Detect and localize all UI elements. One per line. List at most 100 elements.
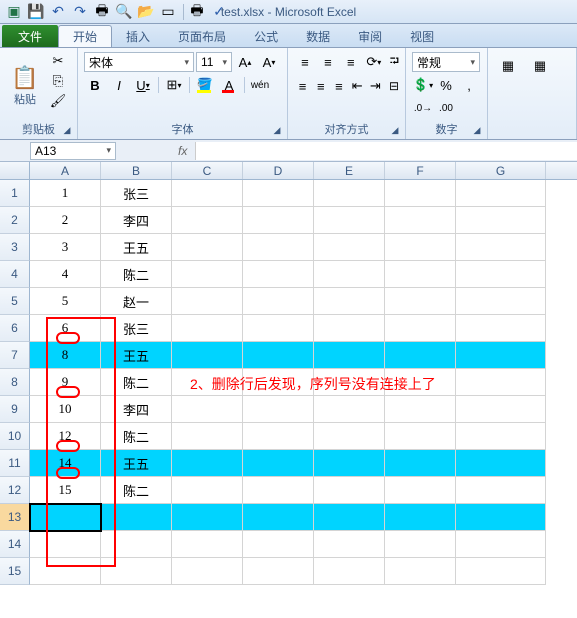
row-header[interactable]: 11 bbox=[0, 450, 30, 477]
cell-styles-button[interactable]: ▦ bbox=[526, 52, 554, 80]
cell-G11[interactable] bbox=[456, 450, 546, 477]
row-header[interactable]: 9 bbox=[0, 396, 30, 423]
cell-E5[interactable] bbox=[314, 288, 385, 315]
cell-E4[interactable] bbox=[314, 261, 385, 288]
font-launcher-icon[interactable]: ◢ bbox=[271, 125, 283, 137]
cell-F11[interactable] bbox=[385, 450, 456, 477]
clipboard-launcher-icon[interactable]: ◢ bbox=[61, 125, 73, 137]
cell-G5[interactable] bbox=[456, 288, 546, 315]
decrease-decimal-button[interactable]: .00 bbox=[435, 98, 457, 118]
cell-C6[interactable] bbox=[172, 315, 243, 342]
cell-F5[interactable] bbox=[385, 288, 456, 315]
orientation-button[interactable]: ⟳▾ bbox=[363, 52, 385, 72]
cell-G13[interactable] bbox=[456, 504, 546, 531]
cell-D4[interactable] bbox=[243, 261, 314, 288]
cell-E6[interactable] bbox=[314, 315, 385, 342]
cell-D7[interactable] bbox=[243, 342, 314, 369]
cell-D12[interactable] bbox=[243, 477, 314, 504]
border-button[interactable]: ⊞▾ bbox=[163, 75, 185, 95]
cell-B15[interactable] bbox=[101, 558, 172, 585]
cell-A12[interactable]: 15 bbox=[30, 477, 101, 504]
cell-B2[interactable]: 李四 bbox=[101, 207, 172, 234]
cell-C15[interactable] bbox=[172, 558, 243, 585]
cell-D9[interactable] bbox=[243, 396, 314, 423]
cell-F9[interactable] bbox=[385, 396, 456, 423]
currency-button[interactable]: 💲▾ bbox=[412, 75, 434, 95]
indent-dec-button[interactable]: ⇤ bbox=[349, 76, 366, 96]
name-box[interactable]: A13 ▾ bbox=[30, 142, 116, 160]
cell-F7[interactable] bbox=[385, 342, 456, 369]
number-format-combo[interactable]: 常规▾ bbox=[412, 52, 480, 72]
cell-F14[interactable] bbox=[385, 531, 456, 558]
fill-color-button[interactable]: 🪣 bbox=[194, 75, 216, 95]
cell-A9[interactable]: 10 bbox=[30, 396, 101, 423]
cell-B1[interactable]: 张三 bbox=[101, 180, 172, 207]
percent-button[interactable]: % bbox=[435, 75, 457, 95]
cell-A15[interactable] bbox=[30, 558, 101, 585]
increase-decimal-button[interactable]: .0→ bbox=[412, 98, 434, 118]
tab-page-layout[interactable]: 页面布局 bbox=[164, 25, 240, 47]
cell-A3[interactable]: 3 bbox=[30, 234, 101, 261]
tab-formulas[interactable]: 公式 bbox=[240, 25, 292, 47]
cell-A7[interactable]: 8 bbox=[30, 342, 101, 369]
shrink-font-button[interactable]: A▾ bbox=[258, 52, 280, 72]
cell-E3[interactable] bbox=[314, 234, 385, 261]
cell-D10[interactable] bbox=[243, 423, 314, 450]
cell-E10[interactable] bbox=[314, 423, 385, 450]
cell-B4[interactable]: 陈二 bbox=[101, 261, 172, 288]
cell-E13[interactable] bbox=[314, 504, 385, 531]
cell-C14[interactable] bbox=[172, 531, 243, 558]
cell-B6[interactable]: 张三 bbox=[101, 315, 172, 342]
preview-icon[interactable]: 🔍 bbox=[114, 2, 134, 22]
cell-D3[interactable] bbox=[243, 234, 314, 261]
cell-B9[interactable]: 李四 bbox=[101, 396, 172, 423]
column-header-E[interactable]: E bbox=[314, 162, 385, 179]
cell-C9[interactable] bbox=[172, 396, 243, 423]
row-header[interactable]: 2 bbox=[0, 207, 30, 234]
cell-D11[interactable] bbox=[243, 450, 314, 477]
cell-E1[interactable] bbox=[314, 180, 385, 207]
cell-E12[interactable] bbox=[314, 477, 385, 504]
new-icon[interactable]: ▭ bbox=[158, 2, 178, 22]
cell-C4[interactable] bbox=[172, 261, 243, 288]
column-header-A[interactable]: A bbox=[30, 162, 101, 179]
cell-A4[interactable]: 4 bbox=[30, 261, 101, 288]
cell-C7[interactable] bbox=[172, 342, 243, 369]
cell-C3[interactable] bbox=[172, 234, 243, 261]
tab-view[interactable]: 视图 bbox=[396, 25, 448, 47]
cell-D1[interactable] bbox=[243, 180, 314, 207]
cell-E11[interactable] bbox=[314, 450, 385, 477]
cell-B13[interactable] bbox=[101, 504, 172, 531]
cell-F10[interactable] bbox=[385, 423, 456, 450]
cell-B10[interactable]: 陈二 bbox=[101, 423, 172, 450]
column-header-G[interactable]: G bbox=[456, 162, 546, 179]
cell-F12[interactable] bbox=[385, 477, 456, 504]
cell-B3[interactable]: 王五 bbox=[101, 234, 172, 261]
cell-B12[interactable]: 陈二 bbox=[101, 477, 172, 504]
row-header[interactable]: 13 bbox=[0, 504, 30, 531]
cell-E9[interactable] bbox=[314, 396, 385, 423]
indent-inc-button[interactable]: ⇥ bbox=[367, 76, 384, 96]
cell-A5[interactable]: 5 bbox=[30, 288, 101, 315]
cell-E7[interactable] bbox=[314, 342, 385, 369]
cell-C5[interactable] bbox=[172, 288, 243, 315]
cell-G14[interactable] bbox=[456, 531, 546, 558]
tab-review[interactable]: 审阅 bbox=[344, 25, 396, 47]
cell-D14[interactable] bbox=[243, 531, 314, 558]
row-header[interactable]: 5 bbox=[0, 288, 30, 315]
row-header[interactable]: 4 bbox=[0, 261, 30, 288]
cell-D5[interactable] bbox=[243, 288, 314, 315]
row-header[interactable]: 8 bbox=[0, 369, 30, 396]
cell-F4[interactable] bbox=[385, 261, 456, 288]
cut-button[interactable]: ✂ bbox=[48, 52, 68, 70]
tab-insert[interactable]: 插入 bbox=[112, 25, 164, 47]
cell-D15[interactable] bbox=[243, 558, 314, 585]
cell-C2[interactable] bbox=[172, 207, 243, 234]
row-header[interactable]: 14 bbox=[0, 531, 30, 558]
align-right-button[interactable]: ≡ bbox=[330, 76, 347, 96]
cell-F2[interactable] bbox=[385, 207, 456, 234]
cell-B8[interactable]: 陈二 bbox=[101, 369, 172, 396]
row-header[interactable]: 12 bbox=[0, 477, 30, 504]
font-color-button[interactable]: A bbox=[218, 75, 240, 95]
align-middle-button[interactable]: ≡ bbox=[317, 52, 339, 72]
